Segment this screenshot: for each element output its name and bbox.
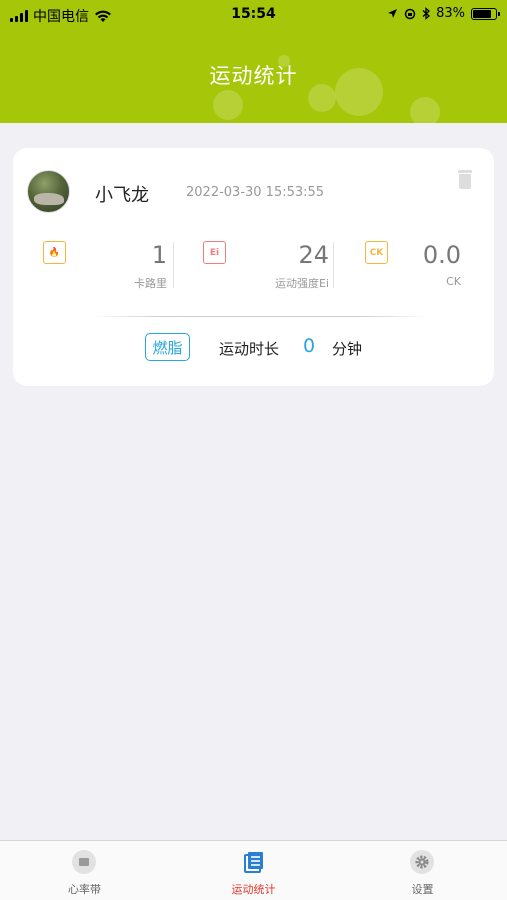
battery-icon	[471, 7, 500, 20]
location-icon	[388, 9, 398, 18]
ei-icon: Ei	[203, 241, 226, 264]
avatar	[27, 170, 70, 213]
stat-label: CK	[446, 275, 461, 288]
ck-icon: CK	[365, 241, 388, 264]
stat-value: 0.0	[422, 241, 461, 269]
tab-label: 心率带	[68, 883, 101, 896]
duration-label: 运动时长	[219, 340, 280, 358]
delete-trash-icon[interactable]	[457, 170, 473, 190]
orientation-lock-icon	[404, 8, 416, 19]
stats-icon	[241, 850, 265, 874]
flame-icon: 🔥	[43, 241, 66, 264]
decor-bubble	[410, 97, 440, 123]
tab-exercise-stats[interactable]: 运动统计	[169, 841, 338, 900]
page-title: 运动统计	[209, 64, 298, 88]
duration-value: 0	[303, 335, 316, 357]
stat-label: 卡路里	[134, 277, 167, 290]
mode-badge: 燃脂	[145, 333, 190, 361]
username: 小飞龙	[95, 185, 149, 206]
duration-unit: 分钟	[332, 340, 363, 358]
bottom-tab-bar: 心率带 运动统计 设置	[0, 840, 507, 900]
decor-bubble	[213, 90, 243, 120]
battery-percent: 83%	[436, 6, 465, 21]
heart-band-icon	[72, 850, 96, 874]
gear-icon	[410, 850, 434, 874]
status-bar: 中国电信 15:54 83%	[0, 0, 507, 30]
bluetooth-icon	[422, 7, 431, 20]
divider	[91, 316, 431, 317]
tab-settings[interactable]: 设置	[338, 841, 507, 900]
stat-ck: CK 0.0 CK	[363, 241, 507, 289]
tab-label: 运动统计	[231, 883, 276, 896]
exercise-record-card[interactable]: 小飞龙 2022-03-30 15:53:55 🔥 1 卡路里 Ei 24 运动…	[13, 148, 494, 386]
stat-value: 24	[298, 241, 329, 269]
divider	[333, 242, 334, 288]
stat-value: 1	[151, 241, 167, 269]
record-datetime: 2022-03-30 15:53:55	[186, 185, 325, 200]
stat-label: 运动强度Ei	[274, 277, 329, 290]
tab-label: 设置	[411, 883, 434, 896]
tab-heart-band[interactable]: 心率带	[0, 841, 169, 900]
divider	[173, 242, 174, 288]
header-bar: 中国电信 15:54 83% 运动统计	[0, 0, 507, 123]
